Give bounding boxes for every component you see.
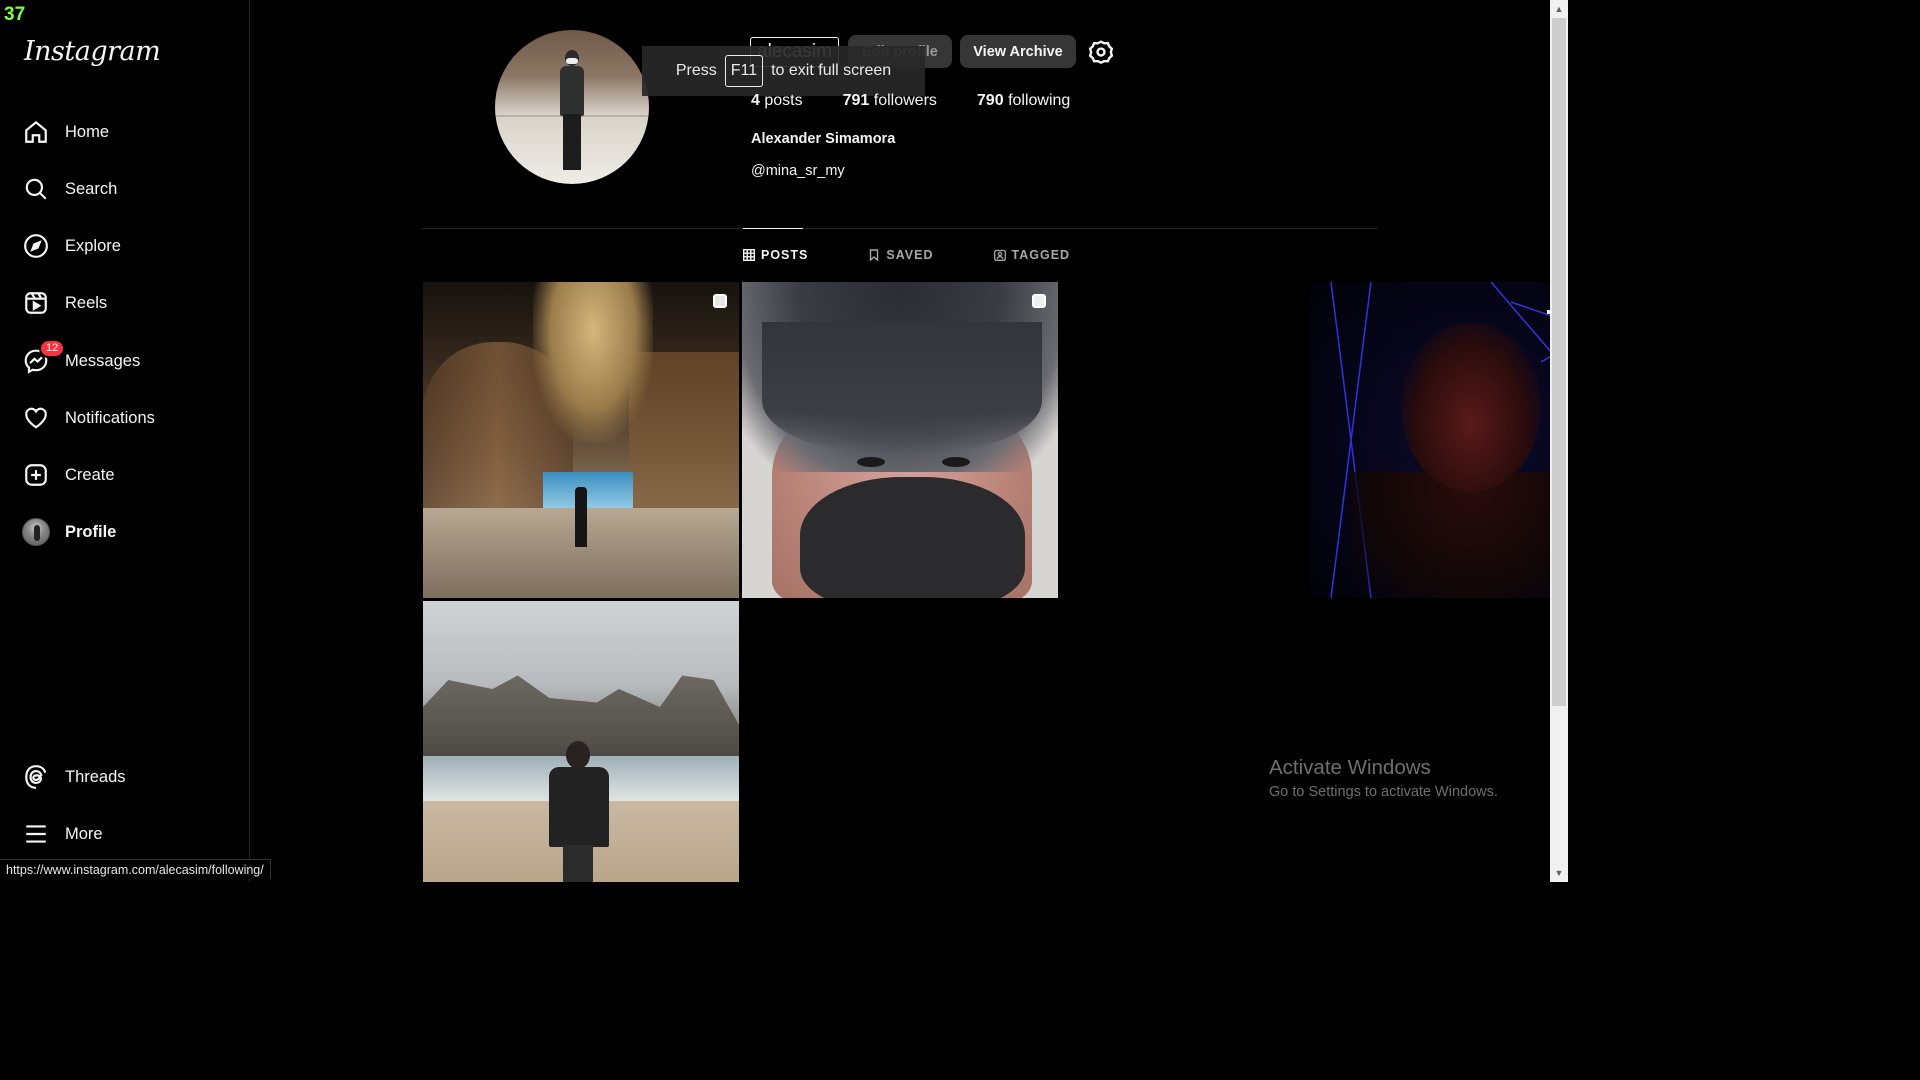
bookmark-icon xyxy=(870,249,879,261)
bio-handle-link[interactable]: @mina_sr_my xyxy=(751,163,845,179)
sidebar-item-home[interactable]: Home xyxy=(22,112,232,152)
sidebar-item-profile[interactable]: Profile xyxy=(22,512,232,552)
followers-link[interactable]: 791 followers xyxy=(843,92,937,110)
reels-icon xyxy=(22,289,50,317)
view-archive-button[interactable]: View Archive xyxy=(960,35,1076,68)
sidebar-item-label: Create xyxy=(65,465,115,484)
sidebar-item-label: Explore xyxy=(65,236,121,255)
post-thumbnail[interactable] xyxy=(423,282,739,598)
profile-stats: 4 posts 791 followers 790 following xyxy=(751,92,1110,110)
sidebar-item-label: Messages xyxy=(65,351,141,370)
post-thumbnail[interactable] xyxy=(423,601,739,882)
overlay-counter: 37 xyxy=(4,4,26,25)
heart-icon xyxy=(22,404,50,432)
sidebar-item-search[interactable]: Search xyxy=(22,169,232,209)
sidebar-item-explore[interactable]: Explore xyxy=(22,226,232,266)
f11-key: F11 xyxy=(724,55,764,87)
posts-count: 4 posts xyxy=(751,92,803,109)
tab-tagged[interactable]: TAGGED xyxy=(993,248,1071,262)
search-icon xyxy=(22,175,50,203)
activate-windows-watermark: Activate Windows Go to Settings to activ… xyxy=(1269,756,1498,800)
profile-main: alecasim Edit profile View Archive Press… xyxy=(250,0,1568,882)
carousel-icon xyxy=(1032,294,1046,308)
status-bar-url: https://www.instagram.com/alecasim/follo… xyxy=(0,859,271,879)
menu-icon xyxy=(22,820,50,848)
divider xyxy=(422,228,1377,229)
active-tab-indicator xyxy=(743,228,803,229)
profile-tabs: POSTS SAVED TAGGED xyxy=(743,248,1130,262)
sidebar-item-reels[interactable]: Reels xyxy=(22,283,232,323)
sidebar-item-label: Home xyxy=(65,122,110,141)
scroll-down-arrow-icon[interactable]: ▼ xyxy=(1550,864,1568,882)
instagram-profile-page: 37 Instagram Home Search Explore Reels 1… xyxy=(0,0,1568,882)
sidebar: 37 Instagram Home Search Explore Reels 1… xyxy=(0,0,250,882)
profile-full-name: Alexander Simamora xyxy=(751,131,896,147)
fullscreen-notice: Press F11 to exit full screen xyxy=(642,46,925,96)
grid-icon xyxy=(743,249,755,261)
gear-icon[interactable] xyxy=(1088,39,1114,65)
sidebar-item-messages[interactable]: 12 Messages xyxy=(22,339,232,381)
sidebar-item-notifications[interactable]: Notifications xyxy=(22,398,232,438)
avatar xyxy=(22,518,50,546)
tab-saved[interactable]: SAVED xyxy=(868,248,933,262)
following-link[interactable]: 790 following xyxy=(977,92,1070,110)
home-icon xyxy=(22,118,50,146)
scroll-up-arrow-icon[interactable]: ▲ xyxy=(1550,0,1568,18)
sidebar-item-create[interactable]: Create xyxy=(22,455,232,495)
sidebar-item-label: Search xyxy=(65,179,118,198)
scrollbar-thumb[interactable] xyxy=(1552,18,1566,706)
sidebar-item-label: More xyxy=(65,824,103,843)
carousel-icon xyxy=(713,294,727,308)
instagram-logo[interactable]: Instagram xyxy=(24,36,161,67)
sidebar-item-label: Reels xyxy=(65,293,108,312)
scrollbar[interactable]: ▲ ▼ xyxy=(1550,0,1568,882)
unread-badge: 12 xyxy=(39,339,66,358)
plus-square-icon xyxy=(22,461,50,489)
sidebar-item-label: Profile xyxy=(65,522,117,541)
post-thumbnail[interactable] xyxy=(742,282,1058,598)
compass-icon xyxy=(22,232,50,260)
sidebar-item-more[interactable]: More xyxy=(22,814,232,854)
tab-posts[interactable]: POSTS xyxy=(743,248,808,262)
messenger-icon: 12 xyxy=(22,339,66,375)
sidebar-item-label: Threads xyxy=(65,767,126,786)
post-thumbnail[interactable] xyxy=(1311,282,1568,598)
sidebar-item-label: Notifications xyxy=(65,408,155,427)
sidebar-item-threads[interactable]: Threads xyxy=(22,757,232,797)
profile-picture[interactable] xyxy=(495,30,649,184)
threads-icon xyxy=(22,763,50,791)
tag-user-icon xyxy=(993,249,1006,261)
